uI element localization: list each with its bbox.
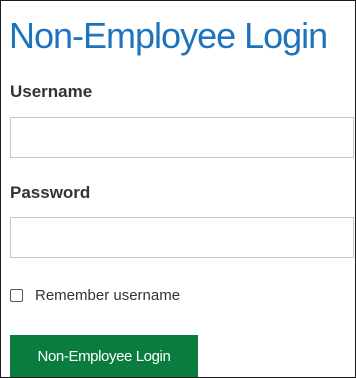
- remember-username-label: Remember username: [35, 286, 181, 304]
- username-label: Username: [10, 82, 93, 101]
- username-input[interactable]: [10, 117, 354, 158]
- password-label: Password: [10, 183, 91, 202]
- page-title: Non-Employee Login: [9, 15, 328, 56]
- login-panel: Non-Employee Login Username Password Rem…: [0, 0, 356, 378]
- login-button[interactable]: Non-Employee Login: [10, 335, 198, 377]
- password-input[interactable]: [10, 217, 354, 258]
- remember-username[interactable]: Remember username: [10, 285, 180, 305]
- remember-username-checkbox[interactable]: [10, 288, 23, 302]
